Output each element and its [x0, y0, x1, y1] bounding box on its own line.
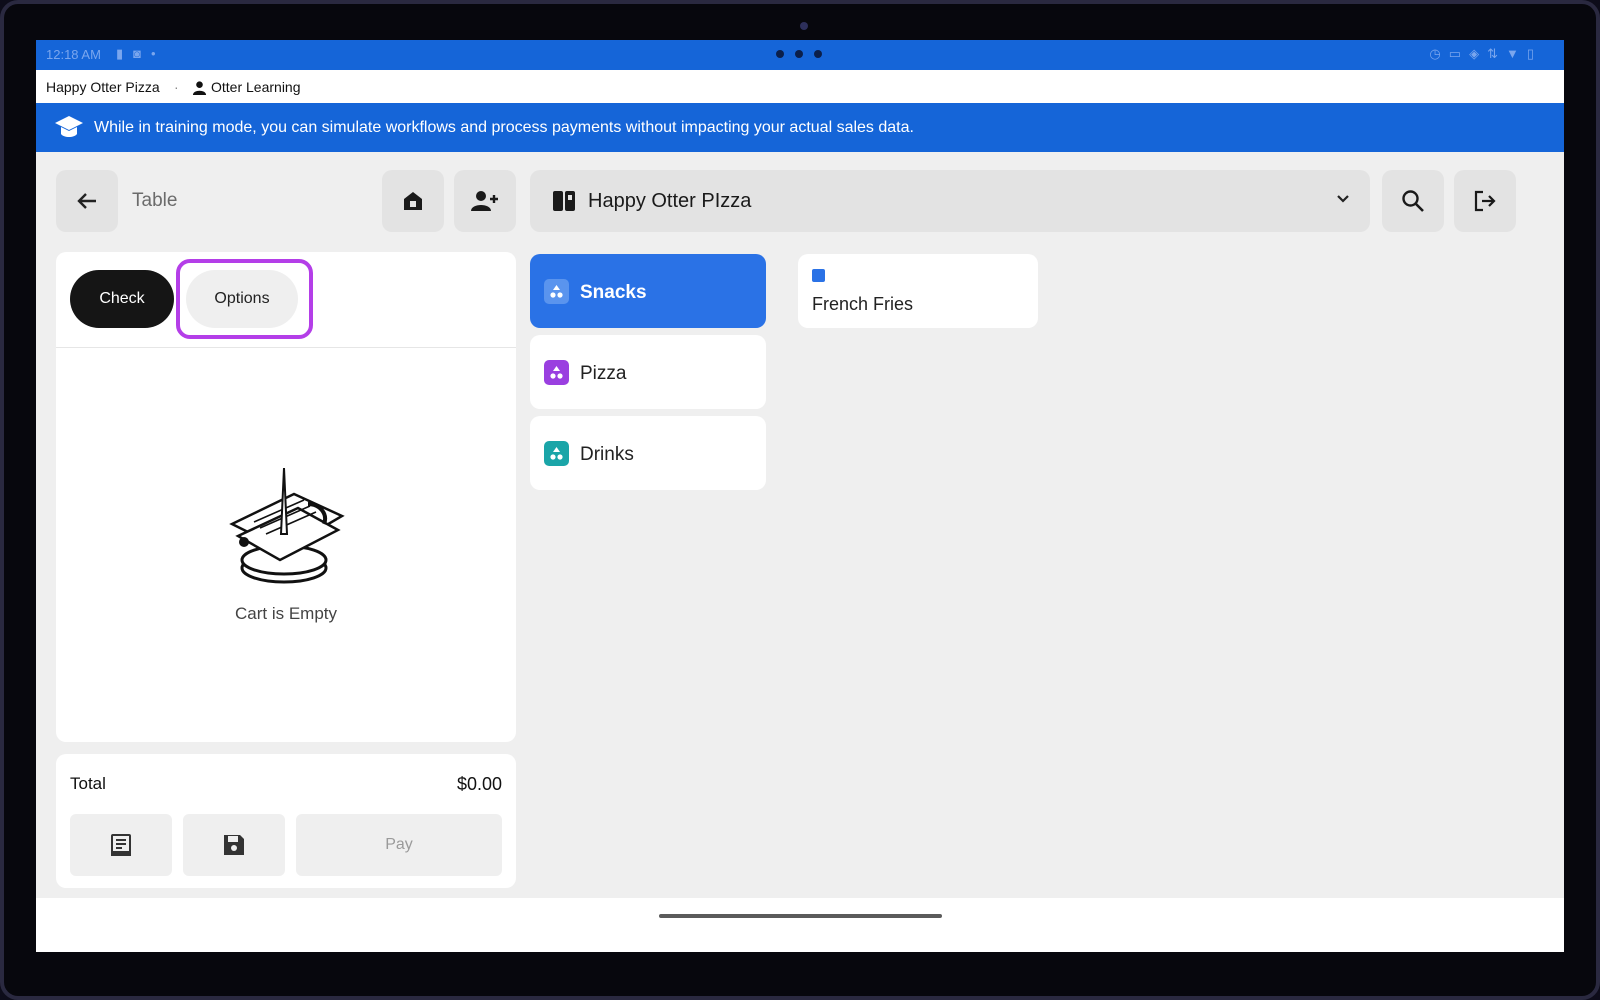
category-label: Snacks [580, 282, 647, 303]
logout-button[interactable] [1454, 170, 1516, 232]
category-snacks[interactable]: Snacks [530, 254, 766, 328]
category-pizza[interactable]: Pizza [530, 335, 766, 409]
battery-saver-icon: ▮ [116, 46, 124, 61]
table-label: Table [132, 190, 178, 211]
total-label: Total [70, 774, 106, 793]
total-panel: Total $0.00 Pay [56, 754, 516, 888]
store-selector-label: Happy Otter PIzza [588, 190, 752, 212]
separator: · [174, 79, 179, 95]
shapes-icon [550, 366, 563, 379]
empty-cart-text: Cart is Empty [234, 604, 338, 623]
search-icon [1402, 190, 1424, 212]
category-label: Pizza [580, 363, 627, 384]
notification-icon: ◙ [133, 46, 142, 61]
chevron-down-icon [1337, 195, 1349, 203]
empty-cart-illustration [229, 467, 345, 584]
dot-icon [795, 50, 803, 58]
item-name: French Fries [812, 294, 914, 314]
dot-icon: • [151, 46, 156, 61]
arrow-left-icon [77, 193, 96, 209]
bottom-strip [36, 898, 1564, 952]
signal-icon: ⇅ [1487, 46, 1498, 61]
floppy-disk-icon [224, 835, 244, 855]
category-icon [544, 279, 569, 304]
battery-icon: ▯ [1526, 46, 1534, 61]
user-name: Otter Learning [211, 79, 301, 95]
cart-tabs: Check Options [56, 252, 516, 348]
category-icon [544, 360, 569, 385]
dine-in-button[interactable] [382, 170, 444, 232]
cast-icon: ▭ [1448, 46, 1462, 61]
status-left-icons: ▮ ◙ • [116, 46, 156, 62]
status-bar: 12:18 AM ▮ ◙ • ◷ ▭ ◈ ⇅ ▼ ▯ [36, 40, 1564, 70]
shapes-icon [550, 285, 563, 298]
pos-terminal-icon [553, 191, 575, 211]
logout-icon [1474, 190, 1496, 212]
item-color-swatch [812, 269, 825, 282]
dot-icon [814, 50, 822, 58]
pay-button[interactable]: Pay [296, 814, 502, 876]
shapes-icon [550, 447, 563, 460]
add-person-icon [471, 191, 498, 211]
wifi-icon: ▼ [1505, 46, 1519, 61]
user-info: Otter Learning [192, 79, 301, 95]
home-indicator[interactable] [659, 914, 942, 918]
total-value: $0.00 [456, 774, 502, 794]
save-button[interactable] [183, 814, 285, 876]
info-bar: Happy Otter Pizza · Otter Learning [36, 70, 1564, 103]
banner-text: While in training mode, you can simulate… [94, 119, 914, 136]
category-icon [544, 441, 569, 466]
store-selector[interactable]: Happy Otter PIzza [530, 170, 1370, 232]
tab-check[interactable]: Check [70, 270, 174, 328]
window-dots[interactable] [776, 50, 822, 58]
search-button[interactable] [1382, 170, 1444, 232]
training-banner: While in training mode, you can simulate… [36, 103, 1564, 152]
menu-item-french-fries[interactable]: French Fries [798, 254, 1038, 328]
category-drinks[interactable]: Drinks [530, 416, 766, 490]
category-label: Drinks [580, 444, 634, 465]
person-icon [192, 80, 207, 95]
vibrate-icon: ◈ [1469, 46, 1480, 61]
status-right-icons: ◷ ▭ ◈ ⇅ ▼ ▯ [1429, 46, 1534, 62]
app-screen: 12:18 AM ▮ ◙ • ◷ ▭ ◈ ⇅ ▼ ▯ Happy Otter P… [36, 40, 1564, 952]
receipt-icon [111, 834, 131, 856]
back-button[interactable] [56, 170, 118, 232]
graduation-cap-icon [55, 116, 83, 137]
store-name: Happy Otter Pizza [46, 79, 160, 95]
camera-dot [800, 22, 808, 30]
cart-panel: Check Options Cart is Empty [56, 252, 516, 742]
receipt-button[interactable] [70, 814, 172, 876]
house-icon [404, 192, 422, 210]
alarm-icon: ◷ [1429, 46, 1441, 61]
tab-options[interactable]: Options [186, 270, 298, 328]
add-guest-button[interactable] [454, 170, 516, 232]
dot-icon [776, 50, 784, 58]
status-time: 12:18 AM [46, 47, 101, 62]
